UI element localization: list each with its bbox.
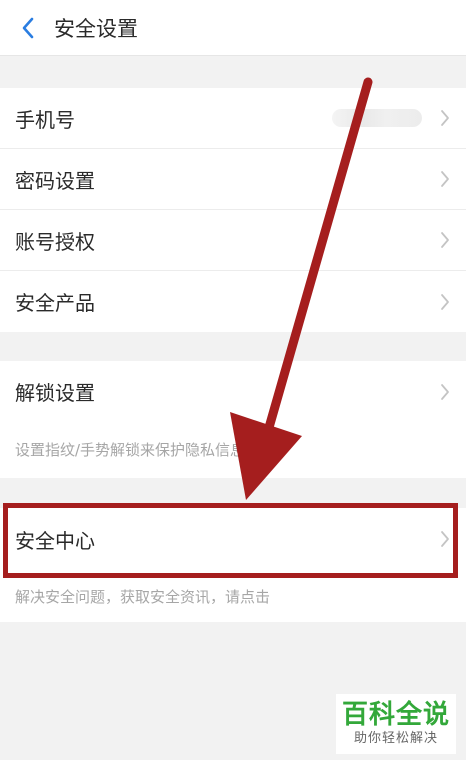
watermark-main: 百科全说 [341,700,450,730]
watermark-sub: 助你轻松解决 [353,731,438,746]
watermark-logo: 百科全说 助你轻松解决 [336,694,456,754]
red-arrow-annotation [230,77,373,500]
